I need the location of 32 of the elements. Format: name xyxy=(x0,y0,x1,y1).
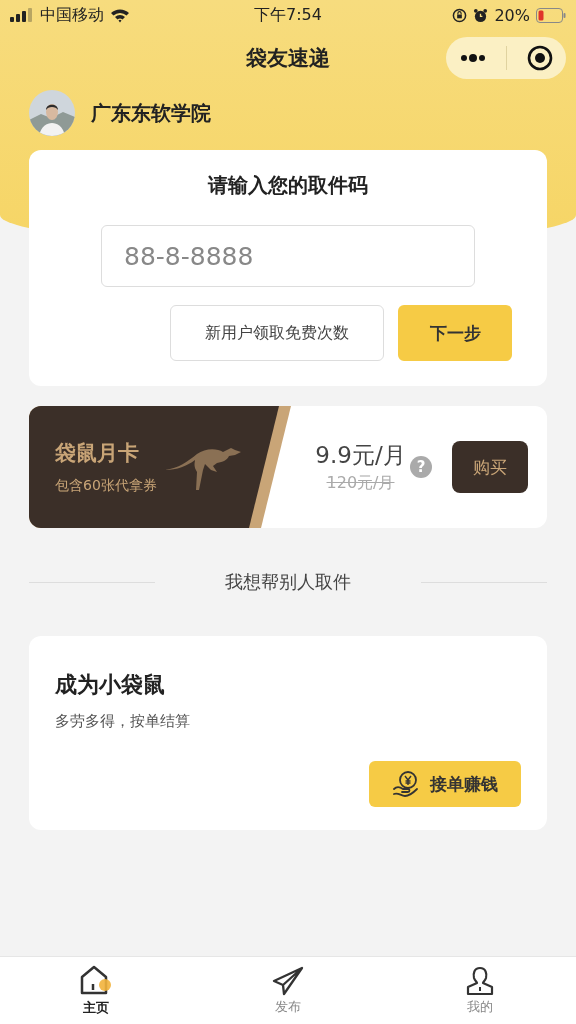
more-icon xyxy=(459,54,486,62)
buy-button[interactable]: 购买 xyxy=(452,441,528,493)
carrier-name: 中国移动 xyxy=(40,4,104,26)
monthly-price: 9.9元/月 xyxy=(315,441,406,470)
alarm-icon xyxy=(473,7,489,23)
wifi-icon xyxy=(110,7,130,23)
app-title: 袋友速递 xyxy=(246,45,330,72)
courier-title: 成为小袋鼠 xyxy=(55,671,166,699)
battery-percent: 20% xyxy=(494,5,530,25)
card-title: 袋鼠月卡 xyxy=(55,440,140,467)
signal-icon xyxy=(10,8,34,22)
card-subtitle: 包含60张代拿券 xyxy=(55,477,157,495)
battery-icon xyxy=(536,7,566,23)
original-price: 120元/月 xyxy=(326,473,395,494)
status-time: 下午7:54 xyxy=(254,4,322,26)
rotation-lock-icon xyxy=(452,7,468,23)
free-trial-button[interactable]: 新用户领取免费次数 xyxy=(170,305,384,361)
courier-subtitle: 多劳多得，按单结算 xyxy=(55,712,191,731)
tab-item[interactable]: 我的 xyxy=(384,957,576,1024)
user-icon xyxy=(465,965,495,996)
take-orders-button[interactable]: 接单赚钱 xyxy=(369,761,521,807)
home-icon xyxy=(79,964,113,997)
paper-plane-icon xyxy=(272,965,304,996)
next-button[interactable]: 下一步 xyxy=(398,305,512,361)
target-icon xyxy=(526,45,553,71)
coin-hand-icon xyxy=(392,770,420,798)
pickup-code-field[interactable]: 88-8-8888 xyxy=(101,225,475,287)
section-heading: 我想帮别人取件 xyxy=(224,570,352,594)
tab-item[interactable]: 发布 xyxy=(192,957,384,1024)
pickup-title: 请输入您的取件码 xyxy=(208,172,368,199)
school-name: 广东东软学院 xyxy=(91,99,211,127)
tab-item[interactable]: 主页 xyxy=(0,957,192,1024)
